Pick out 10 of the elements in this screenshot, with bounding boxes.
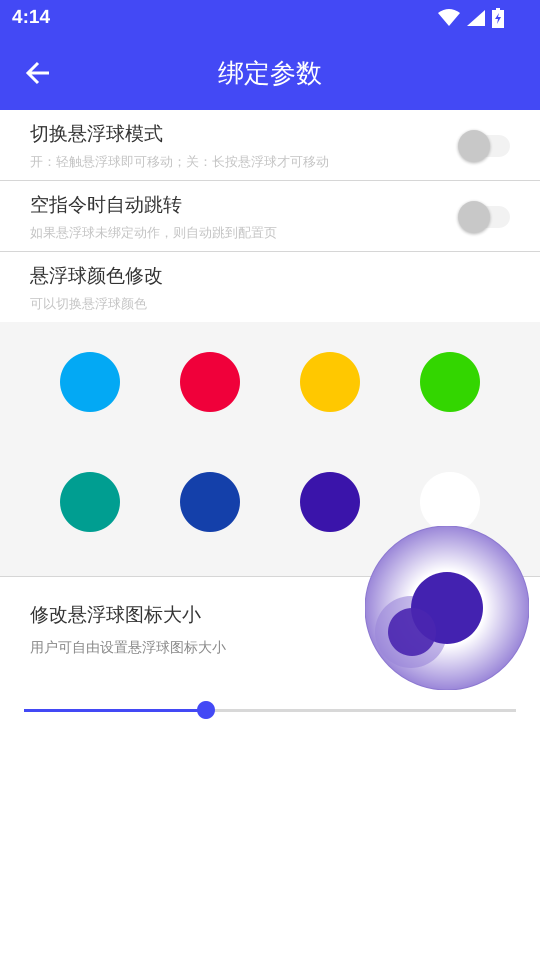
setting-title: 悬浮球颜色修改 bbox=[30, 264, 163, 289]
status-time: 4:14 bbox=[12, 7, 50, 29]
setting-title: 空指令时自动跳转 bbox=[30, 193, 183, 218]
page-title: 绑定参数 bbox=[218, 58, 322, 90]
setting-description: 用户可自由设置悬浮球图标大小 bbox=[30, 639, 226, 657]
setting-title: 切换悬浮球模式 bbox=[30, 122, 164, 147]
setting-description: 开：轻触悬浮球即可移动；关：长按悬浮球才可移动 bbox=[30, 154, 329, 172]
setting-description: 可以切换悬浮球颜色 bbox=[30, 296, 148, 314]
setting-description: 如果悬浮球未绑定动作，则自动跳到配置页 bbox=[30, 225, 277, 243]
setting-title: 修改悬浮球图标大小 bbox=[30, 603, 202, 628]
